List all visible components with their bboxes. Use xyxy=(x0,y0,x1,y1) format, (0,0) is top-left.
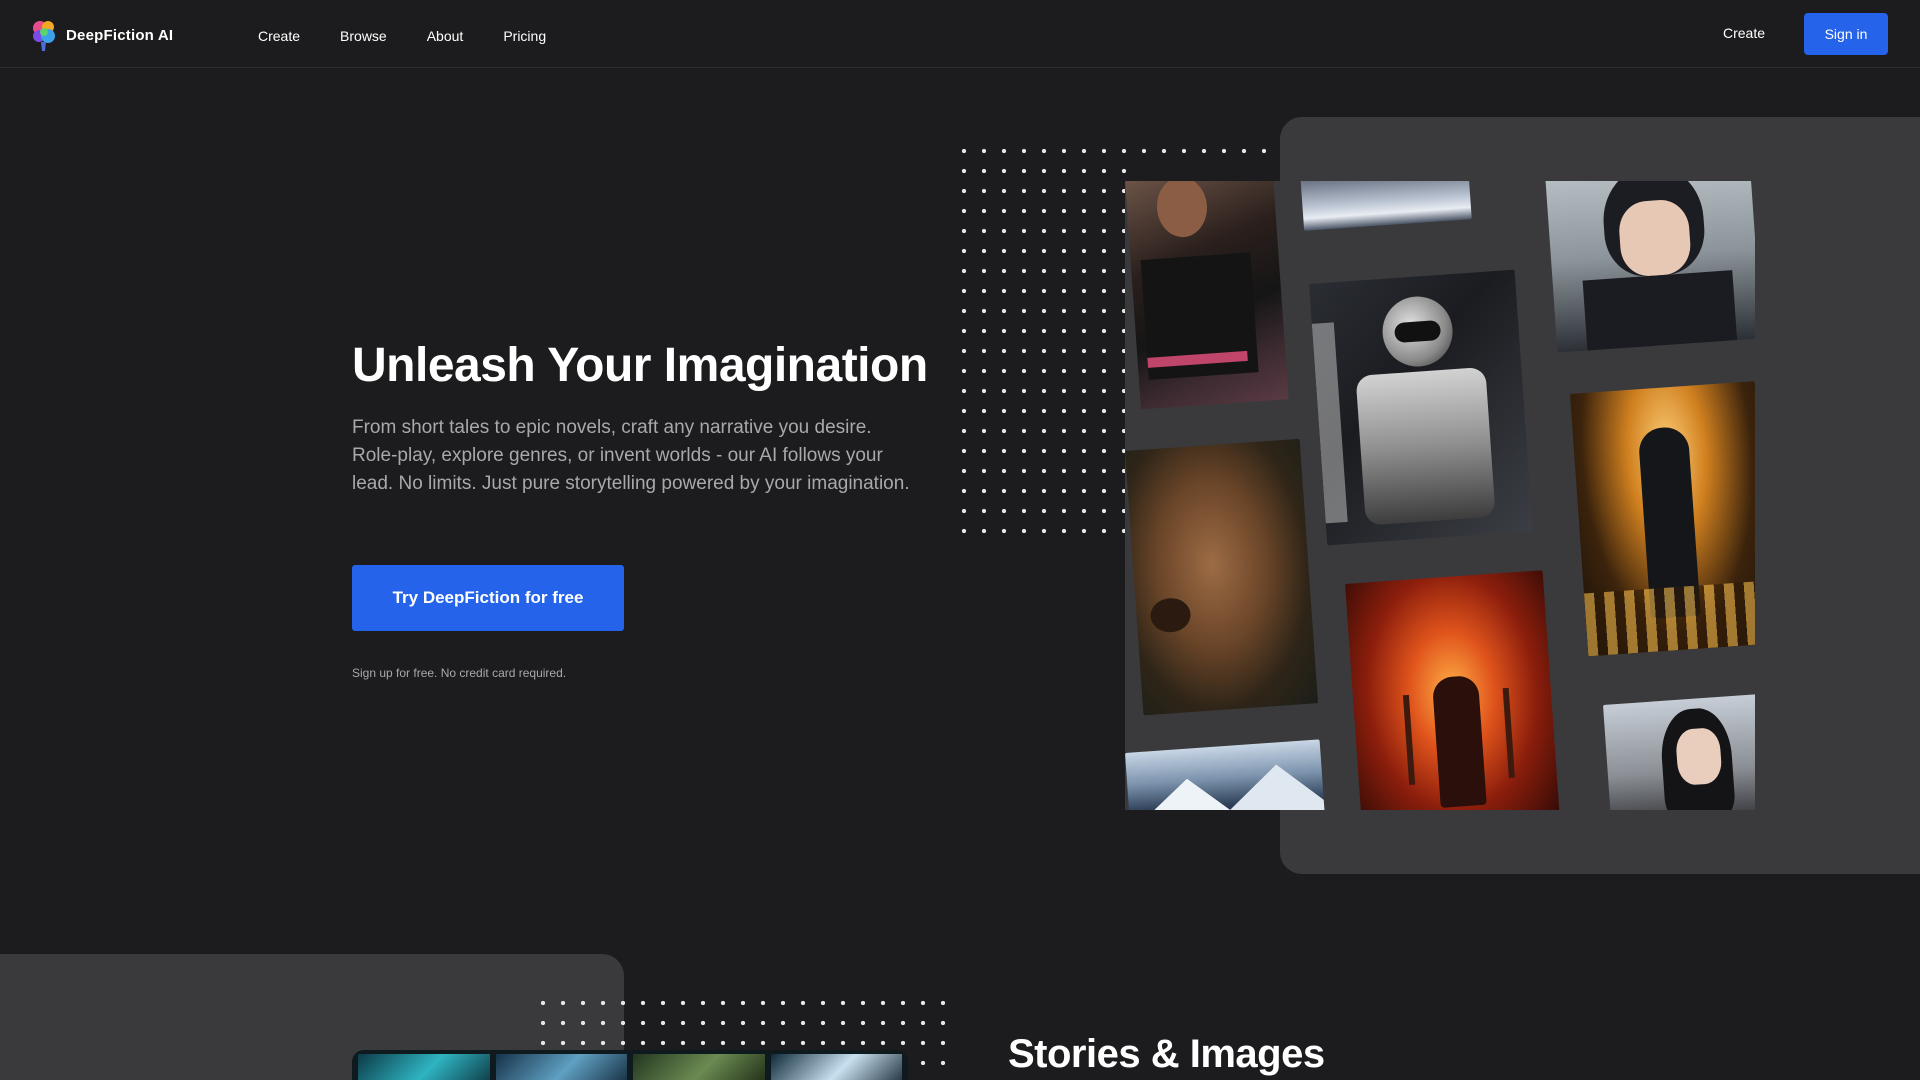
strip-image-1[interactable] xyxy=(358,1054,490,1080)
main-nav: Create Browse About Pricing xyxy=(258,28,546,44)
brain-logo-icon xyxy=(33,21,55,51)
stories-images-title: Stories & Images xyxy=(1008,1032,1325,1076)
astronaut-suit-image[interactable] xyxy=(1309,269,1533,546)
image-gallery xyxy=(1125,181,1755,810)
brown-bear-image[interactable] xyxy=(1125,438,1319,716)
strip-image-2[interactable] xyxy=(495,1054,627,1080)
strip-image-4[interactable] xyxy=(770,1054,902,1080)
snowy-clouds-image[interactable] xyxy=(1300,181,1472,231)
stories-image-strip xyxy=(352,1050,908,1080)
dot-pattern-left xyxy=(954,161,1134,541)
strip-image-3[interactable] xyxy=(633,1054,765,1080)
nav-link-pricing[interactable]: Pricing xyxy=(503,28,546,44)
fire-sorcerer-image[interactable] xyxy=(1345,570,1561,810)
try-free-button[interactable]: Try DeepFiction for free xyxy=(352,565,624,631)
anime-women-uniform-image[interactable] xyxy=(1125,181,1289,410)
dark-hair-woman-image[interactable] xyxy=(1603,694,1755,810)
anime-girl-portrait-image[interactable] xyxy=(1545,181,1755,353)
snowy-mountains-image[interactable] xyxy=(1125,739,1326,810)
nav-link-create[interactable]: Create xyxy=(258,28,300,44)
brand-name: DeepFiction AI xyxy=(66,26,174,44)
brand-logo[interactable]: DeepFiction AI xyxy=(30,18,173,52)
header-create-link[interactable]: Create xyxy=(1723,25,1765,41)
sign-in-button[interactable]: Sign in xyxy=(1804,13,1888,55)
signup-note: Sign up for free. No credit card require… xyxy=(352,666,567,680)
dark-knight-hall-image[interactable] xyxy=(1570,381,1755,657)
nav-link-about[interactable]: About xyxy=(427,28,464,44)
top-navbar: DeepFiction AI Create Browse About Prici… xyxy=(0,0,1920,68)
nav-link-browse[interactable]: Browse xyxy=(340,28,387,44)
hero-description: From short tales to epic novels, craft a… xyxy=(352,417,910,494)
hero-title: Unleash Your Imagination xyxy=(352,339,928,392)
